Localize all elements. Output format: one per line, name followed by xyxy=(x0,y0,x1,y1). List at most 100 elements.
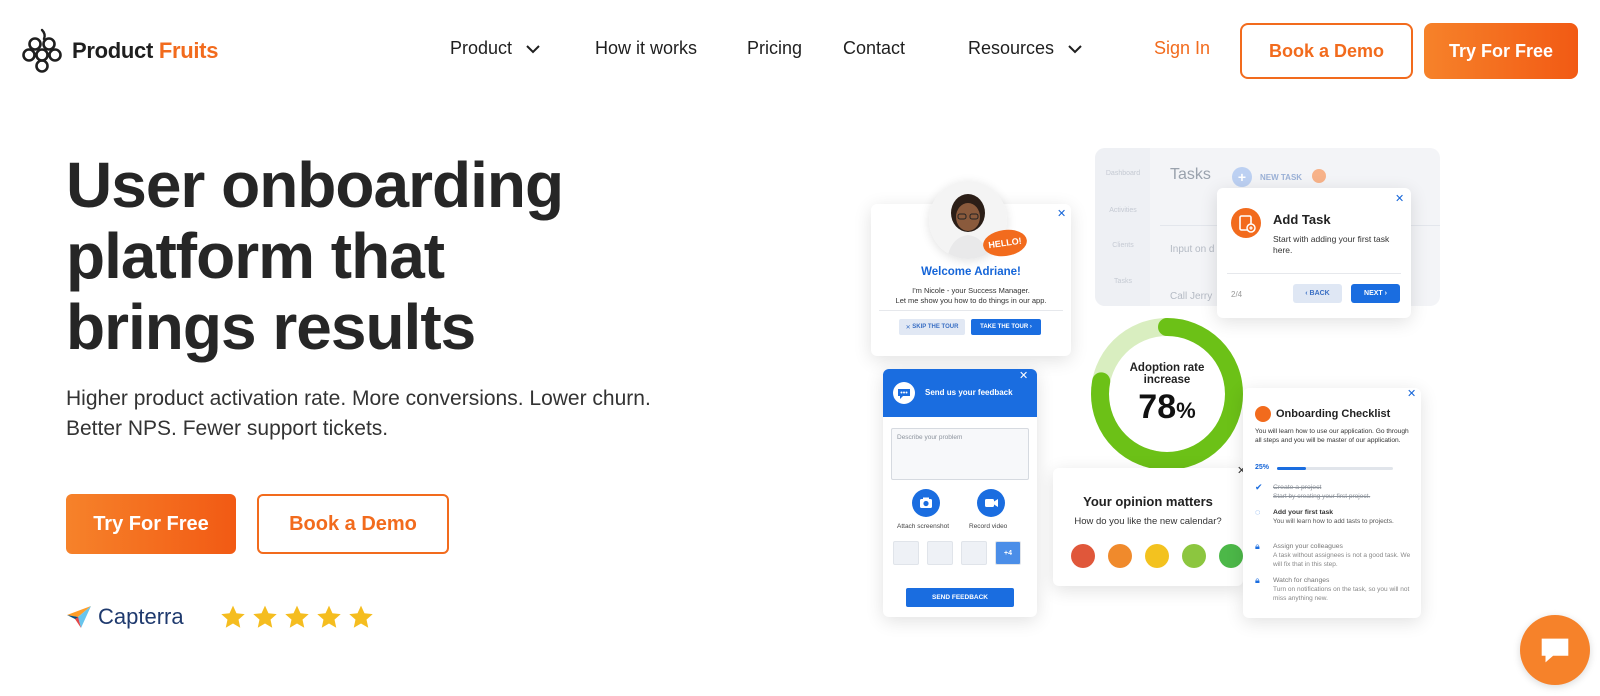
angry-face-icon[interactable] xyxy=(1071,544,1095,568)
checklist-item-title[interactable]: Add your first task xyxy=(1273,509,1333,516)
close-icon[interactable]: ✕ xyxy=(1019,369,1028,382)
hero-title-line: platform that xyxy=(66,220,445,292)
capterra-arrow-icon xyxy=(67,606,91,628)
checklist-progress-label: 25% xyxy=(1255,464,1270,471)
app-mock-sidebar-item: Clients xyxy=(1112,242,1134,249)
try-free-button[interactable]: Try For Free xyxy=(1424,23,1578,79)
app-mock-sidebar-item: Tasks xyxy=(1114,278,1132,285)
nav-item-pricing[interactable]: Pricing xyxy=(747,38,802,59)
divider xyxy=(1227,273,1401,274)
send-feedback-button[interactable]: SEND FEEDBACK xyxy=(906,588,1014,607)
nav-item-label: Pricing xyxy=(747,38,803,58)
video-icon[interactable] xyxy=(977,489,1005,517)
welcome-desc: I'm Nicole - your Success Manager. Let m… xyxy=(871,286,1071,306)
back-button[interactable]: ‹ BACK xyxy=(1293,284,1342,303)
capterra-logo[interactable]: Capterra xyxy=(66,604,184,630)
checklist-title: Onboarding Checklist xyxy=(1276,408,1391,420)
checklist-item-title[interactable]: Watch for changes xyxy=(1273,577,1329,584)
onboarding-checklist: ✕ Onboarding Checklist You will learn ho… xyxy=(1243,388,1421,618)
star-icon xyxy=(349,605,373,628)
opinion-survey: ✕ Your opinion matters How do you like t… xyxy=(1053,465,1246,586)
checklist-item-title[interactable]: Create a project xyxy=(1273,484,1321,491)
checklist-progress-bar xyxy=(1277,467,1393,470)
star-icon xyxy=(285,605,309,628)
add-task-desc: Start with adding your first task here. xyxy=(1273,234,1390,255)
screenshot-thumbnail[interactable] xyxy=(927,541,953,565)
chevron-down-icon xyxy=(526,44,540,53)
survey-question: How do you like the new calendar? xyxy=(1074,516,1222,527)
lock-icon: 🔒︎ xyxy=(1255,575,1260,585)
very-happy-face-icon[interactable] xyxy=(1219,544,1243,568)
sad-face-icon[interactable] xyxy=(1108,544,1132,568)
nav-item-label: Product xyxy=(450,38,513,58)
app-mock-title: Tasks xyxy=(1170,166,1211,183)
app-mock-new-task-label: NEW TASK xyxy=(1260,172,1303,182)
neutral-face-icon[interactable] xyxy=(1145,544,1169,568)
welcome-desc-line: I'm Nicole - your Success Manager. xyxy=(912,286,1030,295)
next-button[interactable]: NEXT › xyxy=(1351,284,1400,303)
checklist-item-desc: A task without assignees is not a good t… xyxy=(1273,552,1411,568)
happy-face-icon[interactable] xyxy=(1182,544,1206,568)
hero-subtitle: Higher product activation rate. More con… xyxy=(66,387,651,440)
nav-item-product[interactable]: Product xyxy=(450,38,542,59)
chevron-down-icon xyxy=(1068,44,1082,53)
nav-item-how-it-works[interactable]: How it works xyxy=(595,38,697,59)
brand-name: Product Fruits xyxy=(72,38,218,64)
back-button-label: BACK xyxy=(1309,290,1330,297)
app-mock-sidebar-item: Dashboard xyxy=(1105,170,1141,177)
checkmark-icon: ✔ xyxy=(1255,482,1263,492)
chat-launcher-button[interactable] xyxy=(1520,615,1590,685)
hero-book-demo-button[interactable]: Book a Demo xyxy=(257,494,449,554)
nav-item-label: How it works xyxy=(595,38,698,58)
divider xyxy=(879,310,1063,311)
step-indicator: 2/4 xyxy=(1231,290,1243,299)
take-tour-label: TAKE THE TOUR xyxy=(980,324,1029,330)
checklist-desc: You will learn how to use our applicatio… xyxy=(1255,428,1409,444)
star-icon xyxy=(221,605,245,628)
nav-item-label: Resources xyxy=(968,38,1055,58)
welcome-desc-line: Let me show you how to do things in our … xyxy=(895,296,1047,305)
clipboard-icon xyxy=(1255,406,1271,422)
brand-logo[interactable]: Product Fruits xyxy=(22,28,218,74)
checklist-item-desc: Turn on notifications on the task, so yo… xyxy=(1273,586,1410,602)
close-icon[interactable]: ✕ xyxy=(1407,387,1416,400)
brand-name-part1: Product xyxy=(72,38,154,63)
nav-item-resources[interactable]: Resources xyxy=(968,38,1084,59)
checklist-item-title[interactable]: Assign your colleagues xyxy=(1273,543,1343,550)
survey-title: Your opinion matters xyxy=(1083,494,1213,509)
screenshot-thumbnail[interactable] xyxy=(893,541,919,565)
app-mock-row: Call Jerry xyxy=(1170,291,1213,302)
plus-icon: + xyxy=(1232,167,1252,187)
grapes-logo-icon xyxy=(22,28,62,73)
adoption-value: 78% xyxy=(1086,388,1248,427)
app-mock-new-task: + NEW TASK xyxy=(1232,167,1302,187)
nav-item-label: Contact xyxy=(843,38,906,58)
task-icon xyxy=(1231,208,1261,238)
sign-in-link[interactable]: Sign In xyxy=(1154,38,1210,59)
brand-name-part2: Fruits xyxy=(158,38,219,63)
adoption-title-line: Adoption rate xyxy=(1129,362,1205,374)
camera-icon[interactable] xyxy=(912,489,940,517)
hero-try-free-button[interactable]: Try For Free xyxy=(66,494,236,554)
add-task-tooltip: ✕ Add Task Start with adding your first … xyxy=(1217,188,1411,318)
close-icon[interactable]: ✕ xyxy=(1395,192,1404,205)
adoption-title-line: increase xyxy=(1143,374,1191,386)
book-demo-button[interactable]: Book a Demo xyxy=(1240,23,1413,79)
site-header: Product Fruits Product How it works Pric… xyxy=(0,0,1600,100)
take-tour-button[interactable]: TAKE THE TOUR › xyxy=(971,319,1041,335)
screenshot-thumbnail[interactable] xyxy=(961,541,987,565)
hero-title-line: brings results xyxy=(66,291,476,363)
lock-icon: 🔒︎ xyxy=(1255,541,1260,551)
feedback-title: Send us your feedback xyxy=(925,388,1013,397)
nav-item-contact[interactable]: Contact xyxy=(843,38,905,59)
more-thumbnails[interactable]: +4 xyxy=(995,541,1021,565)
star-rating xyxy=(220,604,374,630)
star-icon xyxy=(253,605,277,628)
app-mock-sidebar-item: Activities xyxy=(1109,207,1137,214)
skip-tour-button[interactable]: ✕ SKIP THE TOUR xyxy=(899,319,965,335)
adoption-number: 78 xyxy=(1138,388,1177,426)
close-icon[interactable]: ✕ xyxy=(1057,207,1066,220)
progress-fill xyxy=(1277,467,1306,470)
feedback-widget: Send us your feedback ✕ Describe your pr… xyxy=(883,369,1037,617)
feedback-textarea[interactable]: Describe your problem xyxy=(891,428,1029,480)
